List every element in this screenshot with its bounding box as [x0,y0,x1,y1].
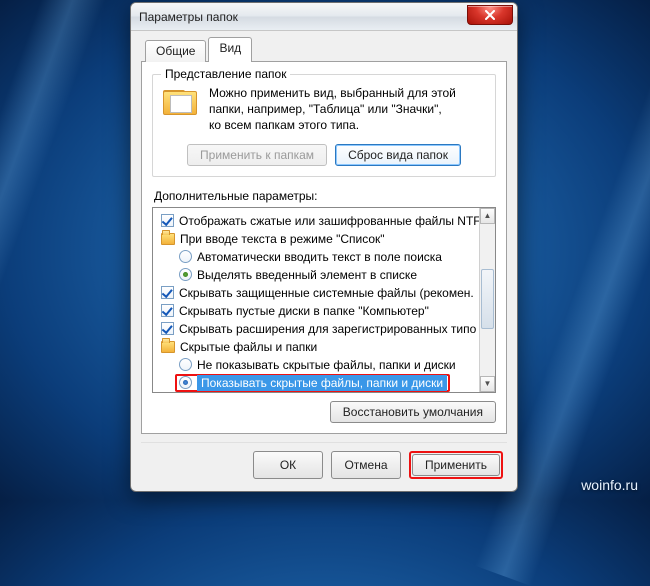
close-button[interactable] [467,5,513,25]
groupbox-description: Можно применить вид, выбранный для этой … [209,85,456,134]
tree-row[interactable]: Не показывать скрытые файлы, папки и дис… [155,356,477,374]
folder-options-window: Параметры папок Общие Вид Представление … [130,2,518,492]
restore-defaults-button[interactable]: Восстановить умолчания [330,401,496,423]
tree-row[interactable]: Скрывать пустые диски в папке "Компьютер… [155,302,477,320]
tree-row-show-hidden[interactable]: Показывать скрытые файлы, папки и диски [155,374,477,392]
folder-views-groupbox: Представление папок Можно применить вид,… [152,74,496,177]
folder-icon [161,341,175,353]
watermark: woinfo.ru [581,477,638,493]
tab-general[interactable]: Общие [145,40,206,62]
tree-row[interactable]: Отображать сжатые или зашифрованные файл… [155,212,477,230]
scroll-thumb[interactable] [481,269,494,329]
checkbox-checked-icon[interactable] [161,304,174,317]
highlight-apply: Применить [409,451,503,479]
radio-unchecked-icon[interactable] [179,250,192,263]
scroll-track[interactable] [480,224,495,376]
advanced-settings-tree[interactable]: Отображать сжатые или зашифрованные файл… [152,207,496,393]
scroll-down-button[interactable]: ▼ [480,376,495,392]
tree-row[interactable]: Скрывать защищенные системные файлы (рек… [155,284,477,302]
ok-button[interactable]: ОК [253,451,323,479]
radio-checked-icon[interactable] [179,268,192,281]
advanced-settings-label: Дополнительные параметры: [154,189,496,203]
checkbox-checked-icon[interactable] [161,322,174,335]
tree-row[interactable]: При вводе текста в режиме "Список" [155,230,477,248]
groupbox-legend: Представление папок [161,67,290,81]
titlebar[interactable]: Параметры папок [131,3,517,31]
checkbox-checked-icon[interactable] [161,286,174,299]
reset-folder-view-button[interactable]: Сброс вида папок [335,144,461,166]
dialog-button-bar: ОК Отмена Применить [141,442,507,481]
folder-icon [161,233,175,245]
tabpanel-view: Представление папок Можно применить вид,… [141,61,507,434]
close-icon [485,10,495,20]
checkbox-checked-icon[interactable] [161,214,174,227]
selected-label: Показывать скрытые файлы, папки и диски [197,375,447,391]
tree-row[interactable]: Скрытые файлы и папки [155,338,477,356]
tree-row[interactable]: Автоматически вводить текст в поле поиск… [155,248,477,266]
scroll-up-button[interactable]: ▲ [480,208,495,224]
tree-row[interactable]: Скрывать расширения для зарегистрированн… [155,320,477,338]
tree-row[interactable]: Выделять введенный элемент в списке [155,266,477,284]
tab-view[interactable]: Вид [208,37,252,62]
radio-unchecked-icon[interactable] [179,358,192,371]
cancel-button[interactable]: Отмена [331,451,401,479]
window-title: Параметры папок [139,10,238,24]
apply-button[interactable]: Применить [412,454,500,476]
highlight-show-hidden: Показывать скрытые файлы, папки и диски [175,374,450,392]
folder-views-icon [161,85,201,125]
apply-to-folders-button: Применить к папкам [187,144,327,166]
tabstrip: Общие Вид [141,37,507,62]
radio-checked-icon[interactable] [179,376,192,389]
scrollbar[interactable]: ▲ ▼ [479,208,495,392]
